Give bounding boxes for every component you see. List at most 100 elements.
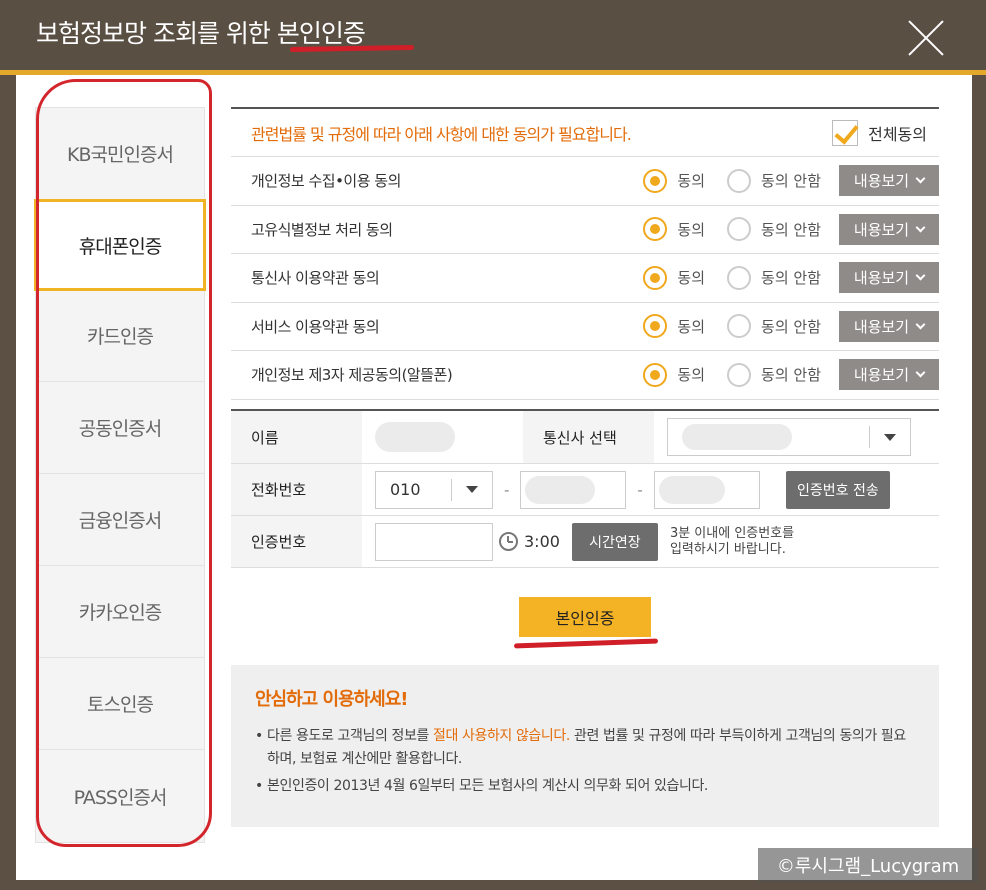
sidebar-item-label: PASS인증서: [73, 786, 168, 809]
close-icon[interactable]: [904, 16, 948, 60]
disagree-radio[interactable]: [727, 217, 752, 242]
sidebar-item-label: 휴대폰인증: [78, 235, 162, 258]
agree-label: 동의: [677, 269, 706, 288]
phone-prefix-select[interactable]: 010: [375, 470, 493, 509]
agree-all-checkbox[interactable]: 전체동의: [832, 119, 939, 146]
disagree-radio[interactable]: [727, 314, 752, 339]
info-title: 안심하고 이용하세요!: [255, 689, 409, 710]
sidebar-item-label: 공동인증서: [78, 418, 162, 440]
code-label: 인증번호: [231, 516, 362, 567]
view-content-button[interactable]: 내용보기: [839, 310, 939, 342]
sidebar-item-label: 금융인증서: [78, 510, 162, 532]
code-input[interactable]: [375, 522, 493, 561]
agree-label: 동의: [677, 220, 706, 239]
carrier-cell: [654, 418, 911, 456]
disagree-label: 동의 안함: [761, 220, 821, 239]
agree-label: 동의: [677, 317, 706, 336]
info-highlight: 절대 사용하지 않습니다.: [432, 728, 570, 744]
dropdown-arrow-icon: [870, 433, 910, 441]
phone-dash: -: [637, 480, 643, 499]
name-cell: [362, 422, 523, 452]
sidebar-item-kb-cert[interactable]: KB국민인증서: [36, 108, 204, 200]
chevron-down-icon: [915, 270, 926, 281]
carrier-select[interactable]: [667, 418, 911, 456]
agreement-label: 고유식별정보 처리 동의: [251, 220, 393, 239]
auth-dialog: KB국민인증서 휴대폰인증 카드인증 공동인증서 금융인증서 카카오인증 토스인…: [16, 75, 972, 880]
agreement-label: 개인정보 제3자 제공동의(알뜰폰): [251, 366, 453, 385]
agree-label: 동의: [677, 172, 706, 191]
help-line-2: 입력하시기 바랍니다.: [669, 541, 786, 557]
agree-radio[interactable]: [643, 314, 668, 339]
agreement-label: 통신사 이용약관 동의: [251, 269, 380, 288]
dropdown-arrow-icon: [452, 486, 492, 493]
view-content-button[interactable]: 내용보기: [839, 262, 939, 294]
chevron-down-icon: [915, 319, 926, 330]
phone-cell: 010 - - 인증번호 전송: [362, 470, 890, 509]
agree-radio[interactable]: [643, 217, 668, 242]
sidebar-item-kakao[interactable]: 카카오인증: [36, 566, 204, 658]
carrier-value: [668, 424, 869, 450]
sidebar-item-toss[interactable]: 토스인증: [36, 658, 204, 750]
view-content-button[interactable]: 내용보기: [839, 359, 939, 391]
agreement-row: 통신사 이용약관 동의 동의 동의 안함 내용보기: [231, 254, 939, 303]
disagree-radio[interactable]: [727, 362, 752, 387]
agreement-notice: 관련법률 및 규정에 따라 아래 사항에 대한 동의가 필요합니다.: [251, 124, 632, 144]
disagree-label: 동의 안함: [761, 366, 821, 385]
sidebar-item-phone[interactable]: 휴대폰인증: [34, 199, 206, 291]
phone-label: 전화번호: [231, 464, 362, 515]
disagree-radio[interactable]: [727, 168, 752, 193]
view-content-label: 내용보기: [853, 220, 910, 239]
view-content-label: 내용보기: [853, 317, 910, 336]
sidebar-item-card[interactable]: 카드인증: [36, 290, 204, 382]
modal-title: 보험정보망 조회를 위한 본인인증: [36, 19, 366, 48]
disagree-label: 동의 안함: [761, 269, 821, 288]
disagree-label: 동의 안함: [761, 317, 821, 336]
agreement-row: 개인정보 수집•이용 동의 동의 동의 안함 내용보기: [231, 157, 939, 206]
view-content-label: 내용보기: [853, 172, 910, 191]
countdown-timer: 3:00: [524, 532, 560, 551]
view-content-button[interactable]: 내용보기: [839, 213, 939, 245]
sidebar-item-label: 카카오인증: [78, 602, 162, 624]
agreement-header: 관련법률 및 규정에 따라 아래 사항에 대한 동의가 필요합니다. 전체동의: [231, 109, 939, 157]
info-list: 다른 용도로 고객님의 정보를 절대 사용하지 않습니다. 관련 법률 및 규정…: [255, 725, 915, 798]
name-carrier-row: 이름 통신사 선택: [231, 411, 939, 464]
watermark: ©루시그램_Lucygram: [758, 848, 978, 882]
phone-last-input[interactable]: [653, 470, 760, 509]
button-red-underline: [513, 638, 659, 649]
clock-icon: [499, 532, 518, 551]
sidebar-item-label: 카드인증: [87, 326, 154, 348]
phone-prefix-value: 010: [390, 480, 421, 499]
disagree-radio[interactable]: [727, 265, 752, 290]
phone-dash: -: [504, 480, 510, 499]
phone-row: 전화번호 010 - - 인증번호 전송: [231, 464, 939, 516]
name-label: 이름: [231, 411, 362, 463]
chevron-down-icon: [915, 173, 926, 184]
agree-label: 동의: [677, 366, 706, 385]
phone-middle-input[interactable]: [520, 470, 627, 509]
verify-identity-button[interactable]: 본인인증: [519, 597, 651, 637]
agree-radio[interactable]: [643, 362, 668, 387]
extend-time-button[interactable]: 시간연장: [571, 522, 658, 561]
name-field[interactable]: [375, 422, 455, 452]
sidebar-item-label: KB국민인증서: [67, 144, 174, 166]
agreement-label: 서비스 이용약관 동의: [251, 317, 380, 336]
info-item: 다른 용도로 고객님의 정보를 절대 사용하지 않습니다. 관련 법률 및 규정…: [255, 725, 915, 771]
view-content-label: 내용보기: [853, 366, 910, 385]
sidebar-item-pass[interactable]: PASS인증서: [36, 750, 204, 842]
code-row: 인증번호 3:00 시간연장 3분 이내에 인증번호를 입력하시기 바랍니다.: [231, 516, 939, 568]
sidebar-item-financial-cert[interactable]: 금융인증서: [36, 474, 204, 566]
agreement-row: 서비스 이용약관 동의 동의 동의 안함 내용보기: [231, 303, 939, 351]
auth-method-sidebar: KB국민인증서 휴대폰인증 카드인증 공동인증서 금융인증서 카카오인증 토스인…: [34, 107, 206, 843]
help-line-1: 3분 이내에 인증번호를: [669, 525, 795, 541]
agree-radio[interactable]: [643, 168, 668, 193]
code-cell: 3:00 시간연장 3분 이내에 인증번호를 입력하시기 바랍니다.: [362, 522, 795, 561]
send-code-button[interactable]: 인증번호 전송: [785, 470, 890, 509]
agreement-row: 개인정보 제3자 제공동의(알뜰폰) 동의 동의 안함 내용보기: [231, 351, 939, 400]
agree-radio[interactable]: [643, 265, 668, 290]
agreement-label: 개인정보 수집•이용 동의: [251, 172, 401, 191]
info-item: 본인인증이 2013년 4월 6일부터 모든 보험사의 계산시 의무화 되어 있…: [255, 775, 915, 798]
chevron-down-icon: [915, 367, 926, 378]
view-content-button[interactable]: 내용보기: [839, 165, 939, 197]
sidebar-item-joint-cert[interactable]: 공동인증서: [36, 382, 204, 474]
agreement-row: 고유식별정보 처리 동의 동의 동의 안함 내용보기: [231, 206, 939, 254]
